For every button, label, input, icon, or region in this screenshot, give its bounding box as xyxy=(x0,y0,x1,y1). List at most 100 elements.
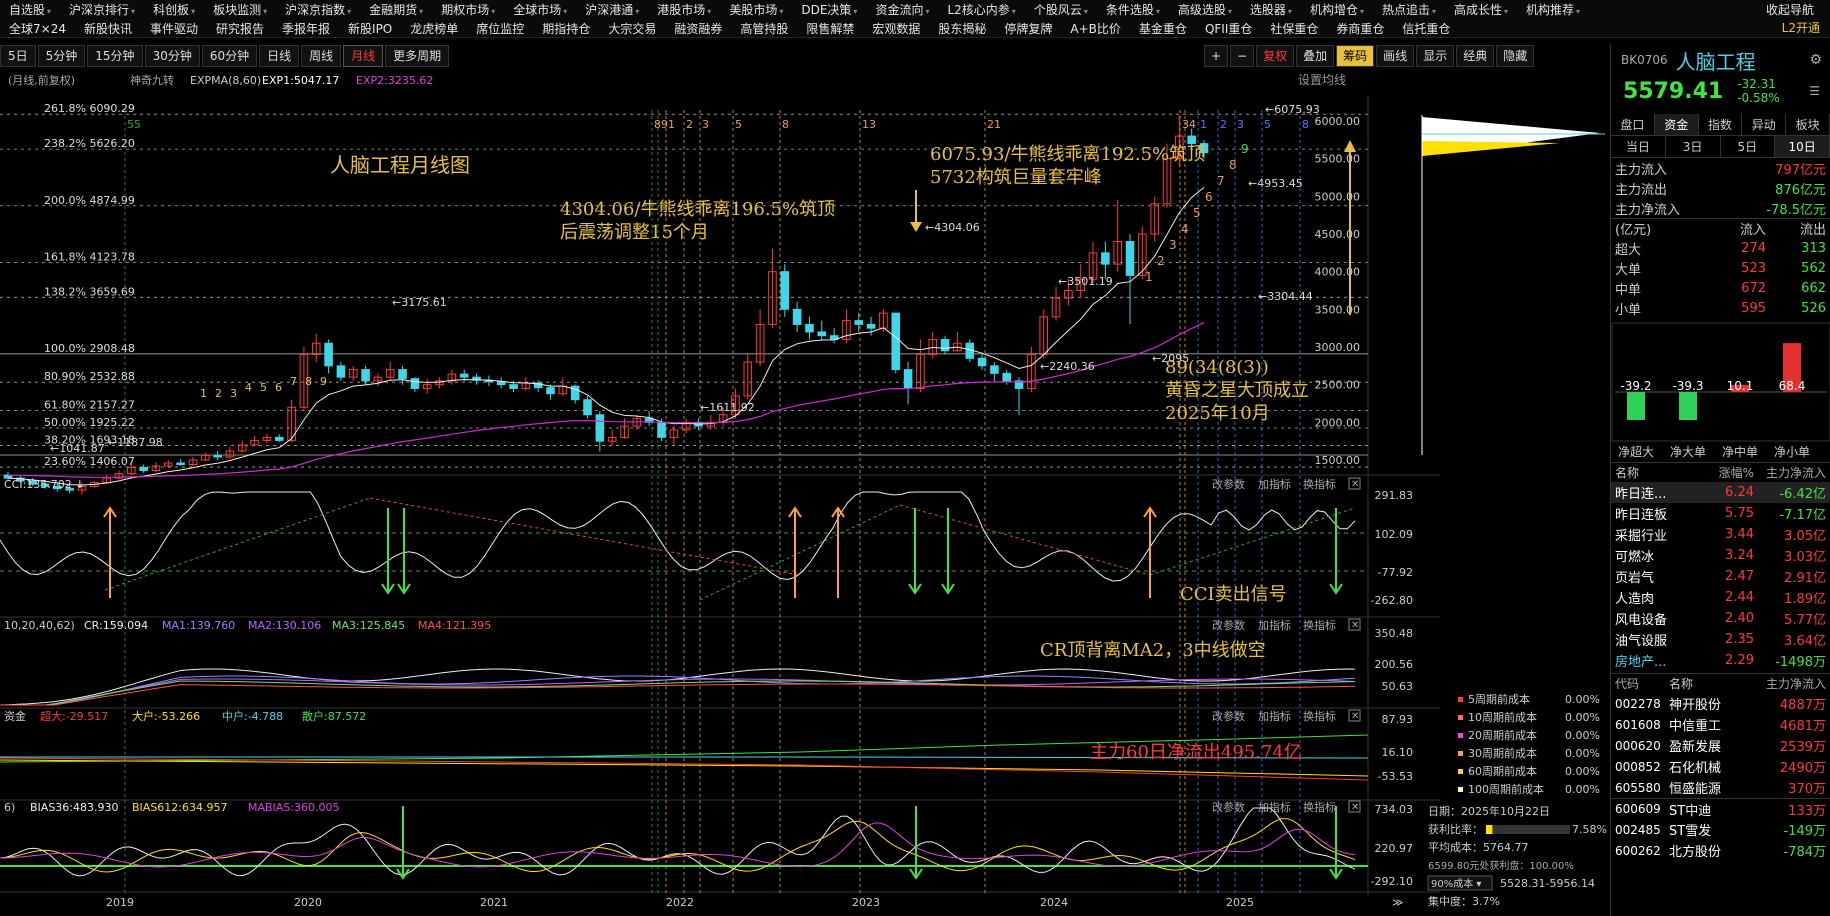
menu-item[interactable]: 全球7×24 xyxy=(0,20,75,37)
chart-tool-button[interactable]: 复权 xyxy=(1256,45,1295,67)
menu-item[interactable]: 事件驱动 xyxy=(141,20,207,37)
period-tab[interactable]: 10日 xyxy=(1775,136,1830,157)
period-button[interactable]: 日线 xyxy=(259,45,300,67)
period-tab[interactable]: 3日 xyxy=(1666,136,1721,157)
x-axis-label: 2019 xyxy=(106,896,134,909)
menu-item[interactable]: 自选股 xyxy=(0,1,60,18)
menu-item[interactable]: A+B比价 xyxy=(1061,20,1130,37)
chart-tool-button[interactable]: 画线 xyxy=(1376,45,1415,67)
period-button[interactable]: 月线 xyxy=(343,45,384,67)
sector-row[interactable]: 昨日连板 5.75 -7.17亿 xyxy=(1611,503,1830,524)
menu-item[interactable]: L2核心内参 xyxy=(938,1,1024,18)
menu-item[interactable]: 大宗交易 xyxy=(599,20,665,37)
menu-item[interactable]: 限售解禁 xyxy=(797,20,863,37)
menu-item[interactable]: 券商重仓 xyxy=(1327,20,1393,37)
chart-tool-button[interactable]: + xyxy=(1204,45,1229,67)
sector-row[interactable]: 房地产... 2.29 -1498万 xyxy=(1611,650,1830,671)
sector-row[interactable]: 页岩气 2.47 2.91亿 xyxy=(1611,566,1830,587)
sector-row[interactable]: 人造肉 2.44 1.89亿 xyxy=(1611,587,1830,608)
menu-item[interactable]: 条件选股 xyxy=(1097,1,1169,18)
menu-item[interactable]: 停牌复牌 xyxy=(995,20,1061,37)
top2-annotation: 6075.93/牛熊线乖离192.5%筑顶 xyxy=(930,144,1205,165)
chart-tool-button[interactable]: 隐藏 xyxy=(1496,45,1535,67)
menu-item[interactable]: 个股风云 xyxy=(1025,1,1097,18)
menu-item[interactable]: 港股市场 xyxy=(648,1,720,18)
stock-row[interactable]: 002485 ST雪发 -149万 xyxy=(1611,819,1830,840)
chart-area[interactable]: (月线,前复权) 神奇九转 EXPMA(8,60) EXP1:5047.17 EXP2:… xyxy=(0,70,1610,916)
chart-tool-button[interactable]: 叠加 xyxy=(1296,45,1335,67)
stock-row[interactable]: 002278 神开股份 4887万 xyxy=(1611,693,1830,714)
sector-row[interactable]: 风电设备 2.40 5.77亿 xyxy=(1611,608,1830,629)
period-button[interactable]: 30分钟 xyxy=(144,45,200,67)
menu-item[interactable]: 新股IPO xyxy=(339,20,401,37)
menu-item[interactable]: DDE决策 xyxy=(792,1,866,18)
panel-tab[interactable]: 指数 xyxy=(1699,114,1743,135)
stock-row[interactable]: 600609 ST中迪 133万 xyxy=(1611,798,1830,819)
sector-row[interactable]: 可燃冰 3.24 3.03亿 xyxy=(1611,545,1830,566)
menu-item[interactable]: 期指持仓 xyxy=(533,20,599,37)
panel-tab[interactable]: 异动 xyxy=(1742,114,1787,135)
collapse-nav-button[interactable]: 收起导航 xyxy=(1756,1,1824,18)
chart-tool-button[interactable]: 显示 xyxy=(1416,45,1455,67)
more-icon[interactable]: ☰ xyxy=(1809,84,1820,98)
stock-flow: -149万 xyxy=(1783,824,1826,839)
stock-row[interactable]: 601608 中信重工 4681万 xyxy=(1611,714,1830,735)
menu-item[interactable]: 席位监控 xyxy=(467,20,533,37)
period-button[interactable]: 更多周期 xyxy=(385,45,450,67)
sector-row[interactable]: 昨日连... 6.24 -6.42亿 xyxy=(1611,482,1830,503)
menu-item[interactable]: 高级选股 xyxy=(1169,1,1241,18)
menu-item[interactable]: 基金重仓 xyxy=(1130,20,1196,37)
panel-tab[interactable]: 板块 xyxy=(1786,114,1830,135)
menu-item[interactable]: 沪深港通 xyxy=(576,1,648,18)
menu-item[interactable]: 季报年报 xyxy=(273,20,339,37)
sector-row[interactable]: 油气设服 2.35 3.64亿 xyxy=(1611,629,1830,650)
chart-tool-button[interactable]: 经典 xyxy=(1456,45,1495,67)
menu-item[interactable]: 宏观数据 xyxy=(863,20,929,37)
menu-item[interactable]: QFII重仓 xyxy=(1196,20,1261,37)
period-tab[interactable]: 5日 xyxy=(1721,136,1776,157)
menu-item[interactable]: 沪深京排行 xyxy=(60,1,144,18)
candle-down xyxy=(213,454,222,458)
menu-item[interactable]: 高管持股 xyxy=(731,20,797,37)
menu-item[interactable]: 选股器 xyxy=(1241,1,1301,18)
menu-item[interactable]: 新股快讯 xyxy=(75,20,141,37)
sector-row[interactable]: 采掘行业 3.44 3.05亿 xyxy=(1611,524,1830,545)
period-button[interactable]: 周线 xyxy=(301,45,342,67)
stock-row[interactable]: 000620 盈新发展 2539万 xyxy=(1611,735,1830,756)
stock-row[interactable]: 600262 北方股份 -784万 xyxy=(1611,840,1830,861)
panel-tab[interactable]: 盘口 xyxy=(1611,114,1655,135)
menu-item[interactable]: 龙虎榜单 xyxy=(401,20,467,37)
period-button[interactable]: 60分钟 xyxy=(201,45,258,67)
close-icon: ✕ xyxy=(1351,711,1359,722)
menu-item[interactable]: 科创板 xyxy=(144,1,204,18)
menu-item[interactable]: 沪深京指数 xyxy=(276,1,360,18)
menu-item[interactable]: 美股市场 xyxy=(720,1,792,18)
menu-item[interactable]: 资金流向 xyxy=(866,1,938,18)
chart-tool-button[interactable]: 筹码 xyxy=(1336,45,1375,67)
menu-item[interactable]: 股东揭秘 xyxy=(929,20,995,37)
menu-item[interactable]: 热点追击 xyxy=(1373,1,1445,18)
menu-item[interactable]: 研究报告 xyxy=(207,20,273,37)
kline-chart[interactable]: (月线,前复权) 神奇九转 EXPMA(8,60) EXP1:5047.17 EXP2:… xyxy=(0,70,1610,916)
menu-item[interactable]: 信托重仓 xyxy=(1393,20,1459,37)
panel-tab[interactable]: 资金 xyxy=(1654,114,1699,135)
period-button[interactable]: 15分钟 xyxy=(87,45,143,67)
l2-open-button[interactable]: L2开通 xyxy=(1782,19,1820,38)
menu-item[interactable]: 期权市场 xyxy=(432,1,504,18)
chart-tool-button[interactable]: − xyxy=(1230,45,1255,67)
period-button[interactable]: 5日 xyxy=(0,45,36,67)
period-tab[interactable]: 当日 xyxy=(1611,136,1666,157)
menu-item[interactable]: 社保重仓 xyxy=(1261,20,1327,37)
stock-code: 002278 xyxy=(1615,696,1661,711)
menu-item[interactable]: 融资融券 xyxy=(665,20,731,37)
menu-item[interactable]: 全球市场 xyxy=(504,1,576,18)
menu-item[interactable]: 高成长性 xyxy=(1445,1,1517,18)
menu-item[interactable]: 机构推荐 xyxy=(1517,1,1589,18)
menu-item[interactable]: 金融期货 xyxy=(360,1,432,18)
menu-item[interactable]: 机构增仓 xyxy=(1301,1,1373,18)
menu-item[interactable]: 板块监测 xyxy=(204,1,276,18)
period-button[interactable]: 5分钟 xyxy=(37,45,86,67)
settings-icon[interactable]: ⚙ xyxy=(1809,52,1822,68)
stock-row[interactable]: 605580 恒盛能源 370万 xyxy=(1611,777,1830,798)
stock-row[interactable]: 000852 石化机械 2490万 xyxy=(1611,756,1830,777)
